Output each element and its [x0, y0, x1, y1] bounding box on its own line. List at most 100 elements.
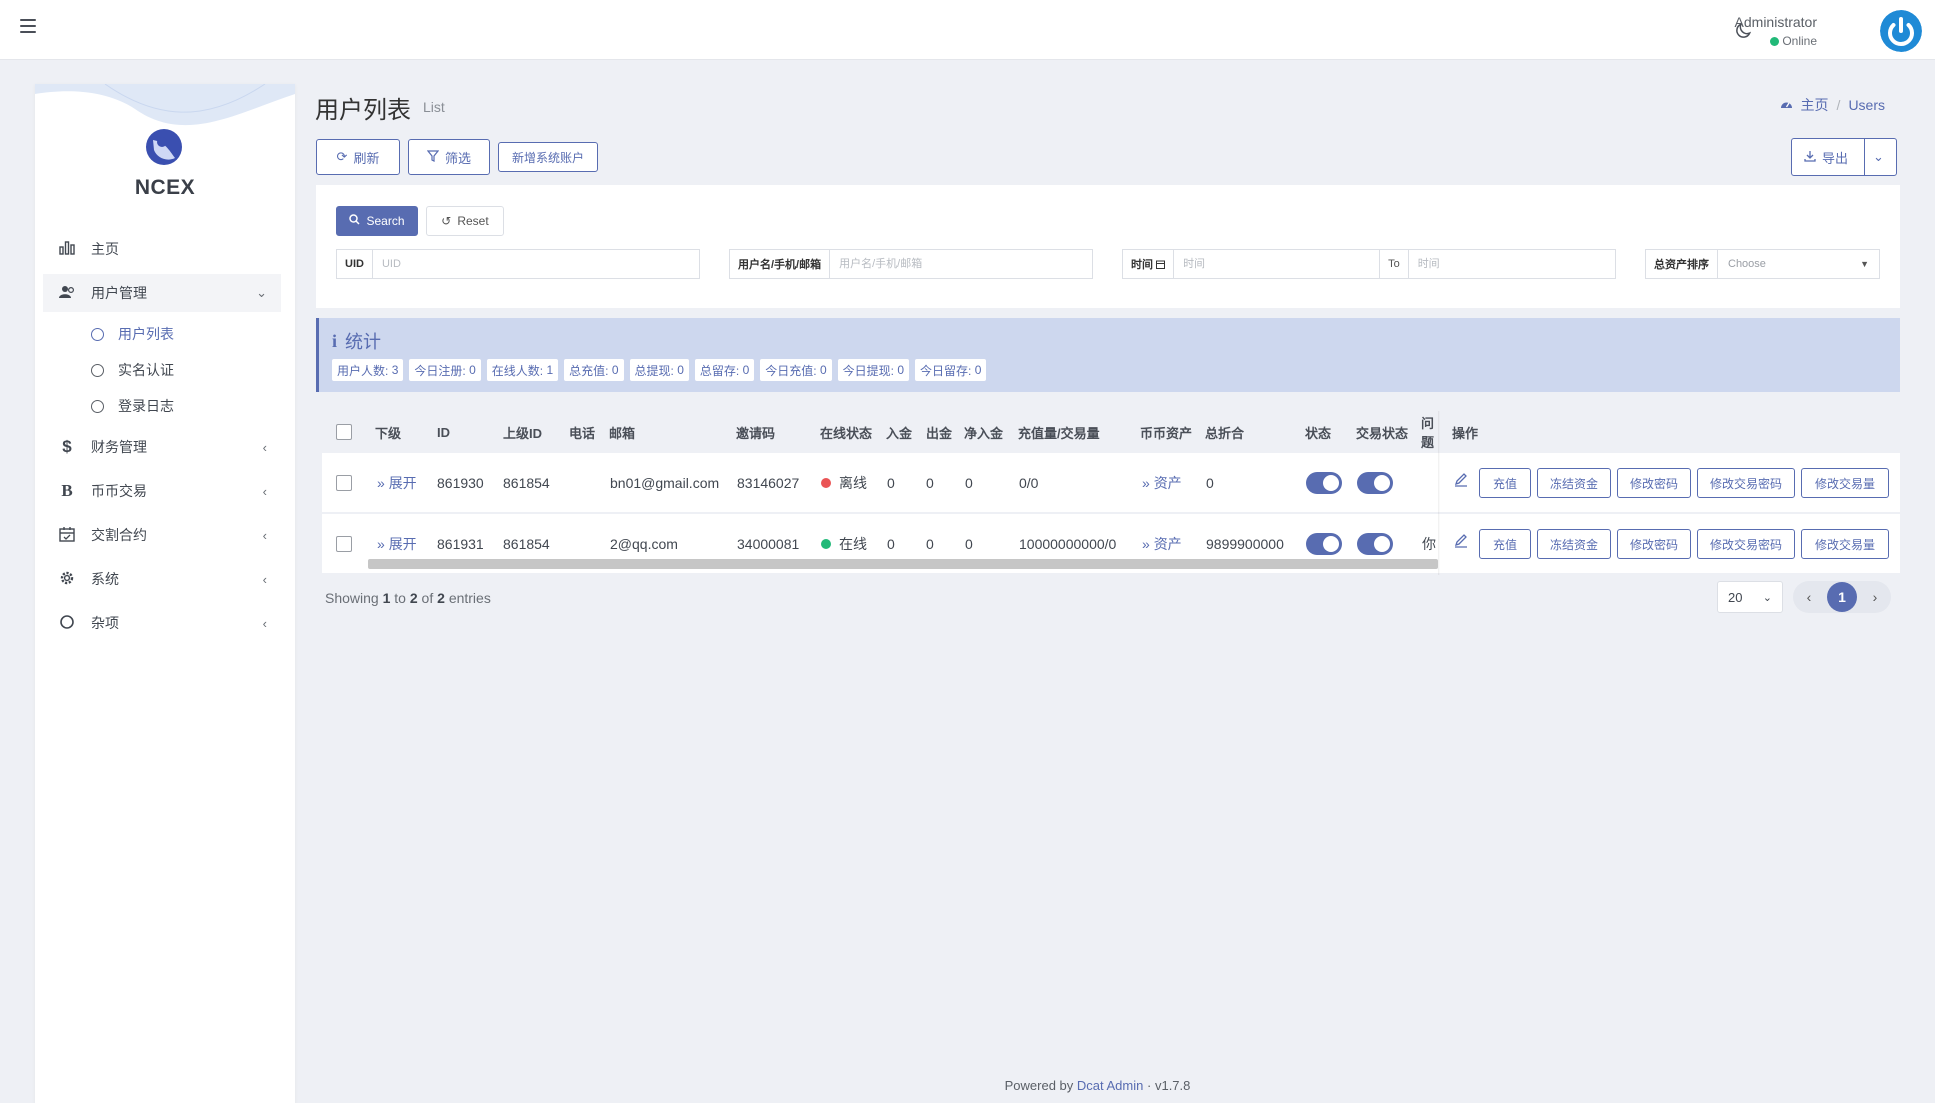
users-icon: [57, 285, 77, 302]
table-row: » 展开 861930 861854 bn01@gmail.com 831460…: [322, 453, 1900, 513]
reset-button[interactable]: ↺ Reset: [426, 206, 504, 236]
chevron-left-icon: ‹: [262, 439, 267, 455]
circle-icon: [91, 327, 104, 341]
change-volume-button[interactable]: 修改交易量: [1801, 529, 1889, 559]
cell-net-deposit: 0: [965, 475, 973, 491]
download-icon: [1804, 150, 1816, 165]
sidebar: NCEX 主页 用户管理 ⌄ 用户列表 实名认证 登录日志 $ 财务管理 ‹ B…: [35, 84, 295, 1103]
breadcrumb-home[interactable]: 主页: [1801, 95, 1829, 115]
trade-status-toggle[interactable]: [1357, 453, 1393, 513]
chevron-down-icon: ⌄: [256, 285, 267, 300]
row-checkbox[interactable]: [336, 514, 352, 574]
sort-label: 总资产排序: [1646, 250, 1718, 278]
bar-chart-icon: [57, 240, 77, 258]
export-button[interactable]: 导出 ⌄: [1791, 138, 1897, 176]
col-actions: 操作: [1452, 425, 1479, 441]
user-status: Online: [1770, 34, 1817, 48]
expand-link[interactable]: » 展开: [377, 453, 417, 513]
time-to-input[interactable]: [1408, 250, 1615, 278]
sidebar-subitem-login-log[interactable]: 登录日志: [91, 392, 174, 420]
next-page-icon[interactable]: ›: [1865, 589, 1885, 605]
circle-icon: [91, 363, 104, 377]
funnel-icon: [426, 149, 440, 165]
cell-total-value: 0: [1206, 475, 1214, 491]
change-volume-button[interactable]: 修改交易量: [1801, 468, 1889, 498]
chevron-down-icon[interactable]: ⌄: [1864, 139, 1884, 175]
bitcoin-icon: B: [61, 481, 73, 500]
freeze-funds-button[interactable]: 冻结资金: [1537, 468, 1611, 498]
sidebar-subitem-real-name-auth[interactable]: 实名认证: [91, 356, 174, 384]
sidebar-subitem-label: 登录日志: [118, 398, 174, 414]
select-all-checkbox[interactable]: [336, 411, 352, 453]
page-footer: Powered by Dcat Admin · v1.7.8: [0, 1078, 1935, 1093]
page-number-current[interactable]: 1: [1827, 582, 1857, 612]
hamburger-menu-icon[interactable]: [20, 19, 36, 33]
edit-icon[interactable]: [1453, 533, 1469, 549]
stat-today-withdraw: 今日提现: 0: [837, 359, 909, 381]
sidebar-item-spot-trading[interactable]: B 币币交易 ‹: [43, 472, 281, 510]
footer-separator: ·: [1147, 1078, 1152, 1093]
double-chevron-right-icon: »: [1142, 475, 1154, 491]
stat-total-deposit: 总充值: 0: [564, 359, 624, 381]
filter-panel: Search ↺ Reset UID 用户名/手机/邮箱 时间 To 总资产排序…: [316, 185, 1900, 308]
horizontal-scrollbar[interactable]: [368, 559, 1438, 569]
col-spot-assets: 币币资产: [1140, 425, 1193, 441]
sidebar-item-delivery-contract[interactable]: 交割合约 ‹: [43, 516, 281, 554]
sidebar-item-label: 用户管理: [91, 285, 147, 301]
recharge-button[interactable]: 充值: [1479, 529, 1531, 559]
stat-total-withdraw: 总提现: 0: [629, 359, 689, 381]
search-icon: [349, 214, 361, 228]
col-online-status: 在线状态: [820, 425, 873, 441]
online-dot-icon: [1770, 37, 1780, 46]
change-password-button[interactable]: 修改密码: [1617, 529, 1691, 559]
avatar[interactable]: [1880, 10, 1922, 52]
sidebar-item-finance[interactable]: $ 财务管理 ‹: [43, 428, 281, 466]
filter-button[interactable]: 筛选: [408, 139, 490, 175]
footer-dcat-link[interactable]: Dcat Admin: [1077, 1078, 1143, 1093]
refresh-button[interactable]: ⟳ 刷新: [316, 139, 400, 175]
calendar-icon: [1156, 260, 1166, 269]
brand-name: NCEX: [134, 176, 196, 199]
user-name[interactable]: Administrator: [1735, 14, 1817, 30]
table-header: 下级 ID 上级ID 电话 邮箱 邀请码 在线状态 入金 出金 净入金 充值量/…: [322, 411, 1900, 453]
assets-link[interactable]: » 资产: [1142, 453, 1182, 513]
freeze-funds-button[interactable]: 冻结资金: [1537, 529, 1611, 559]
status-toggle[interactable]: [1306, 453, 1342, 513]
change-password-button[interactable]: 修改密码: [1617, 468, 1691, 498]
per-page-select[interactable]: 20 ⌄: [1717, 581, 1783, 613]
time-label: 时间: [1123, 250, 1175, 278]
user-filter-input[interactable]: [830, 250, 1092, 278]
cell-volume: 0/0: [1019, 475, 1039, 491]
stat-today-deposit: 今日充值: 0: [760, 359, 832, 381]
add-system-account-button[interactable]: 新增系统账户: [498, 142, 598, 172]
refresh-icon: ⟳: [336, 149, 348, 164]
gear-icon: [57, 570, 77, 589]
cell-id: 861930: [437, 475, 484, 491]
col-invite-code: 邀请码: [736, 425, 776, 441]
sidebar-item-label: 财务管理: [91, 439, 147, 455]
undo-icon: ↺: [441, 214, 452, 228]
sidebar-item-home[interactable]: 主页: [43, 230, 281, 268]
chevron-left-icon: ‹: [262, 571, 267, 587]
row-checkbox[interactable]: [336, 453, 352, 513]
edit-icon[interactable]: [1453, 472, 1469, 488]
time-from-input[interactable]: [1174, 250, 1380, 278]
search-button[interactable]: Search: [336, 206, 418, 236]
sidebar-item-system[interactable]: 系统 ‹: [43, 560, 281, 598]
recharge-button[interactable]: 充值: [1479, 468, 1531, 498]
online-dot-icon: [821, 539, 831, 549]
change-trade-password-button[interactable]: 修改交易密码: [1697, 468, 1795, 498]
stat-total-retain: 总留存: 0: [694, 359, 755, 381]
sidebar-item-misc[interactable]: 杂项 ‹: [43, 604, 281, 642]
asset-sort-select[interactable]: Choose ▼: [1718, 258, 1879, 270]
prev-page-icon[interactable]: ‹: [1799, 589, 1819, 605]
top-navbar: Administrator Online: [0, 0, 1935, 60]
dollar-icon: $: [62, 437, 72, 456]
sidebar-item-user-management[interactable]: 用户管理 ⌄: [43, 274, 281, 312]
cell-invite-code: 83146027: [737, 475, 800, 491]
change-trade-password-button[interactable]: 修改交易密码: [1697, 529, 1795, 559]
col-parent-id: 上级ID: [503, 425, 543, 441]
circle-icon: [57, 614, 77, 633]
sidebar-subitem-user-list[interactable]: 用户列表: [91, 320, 174, 348]
uid-input[interactable]: [372, 250, 699, 278]
